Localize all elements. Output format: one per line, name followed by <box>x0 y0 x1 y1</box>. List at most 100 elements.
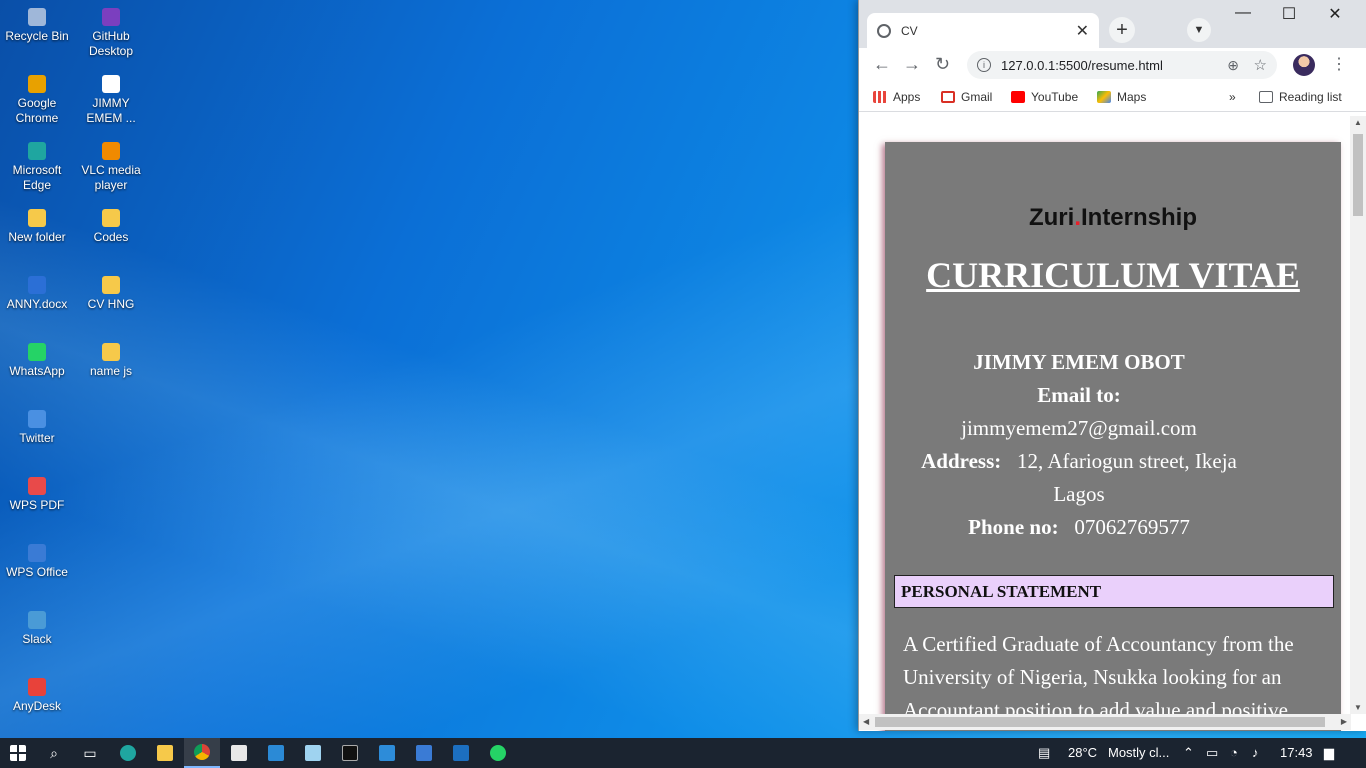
taskbar-photos[interactable] <box>443 738 479 768</box>
pdf-file-icon <box>102 75 120 93</box>
desktop-icon[interactable]: Google Chrome <box>0 75 74 126</box>
maximize-icon[interactable]: ☐ <box>1266 4 1312 24</box>
wifi-icon[interactable]: ◔ <box>1230 745 1238 760</box>
close-window-icon[interactable]: ✕ <box>1312 4 1358 24</box>
scroll-right-icon[interactable]: ▶ <box>1341 717 1347 726</box>
horizontal-scrollbar[interactable]: ◀ ▶ <box>859 714 1351 730</box>
taskbar-vscode[interactable] <box>369 738 405 768</box>
scroll-left-icon[interactable]: ◀ <box>863 717 869 726</box>
globe-icon <box>877 23 891 38</box>
apps-grid-icon <box>873 91 887 103</box>
reading-list[interactable]: Reading list <box>1259 90 1342 104</box>
edge-icon <box>28 142 46 160</box>
chevron-up-icon[interactable]: ⌃ <box>1183 745 1194 761</box>
email-value: jimmyemem27@gmail.com <box>961 416 1197 440</box>
scrollbar-thumb[interactable] <box>1353 134 1363 216</box>
bookmark-apps[interactable]: Apps <box>873 90 920 104</box>
section-heading-personal-statement: PERSONAL STATEMENT <box>894 575 1334 608</box>
new-tab-button[interactable]: + <box>1109 17 1135 43</box>
bookmark-youtube[interactable]: YouTube <box>1011 90 1078 104</box>
desktop-icon[interactable]: JIMMY EMEM ... <box>74 75 148 126</box>
vertical-scrollbar[interactable]: ▲ ▼ <box>1350 116 1366 714</box>
volume-icon[interactable]: ♪ <box>1252 745 1259 760</box>
desktop-icon[interactable]: Twitter <box>0 410 74 446</box>
twitter-icon <box>28 410 46 428</box>
close-tab-icon[interactable]: ✕ <box>1076 21 1089 41</box>
weather-desc[interactable]: Mostly cl... <box>1108 745 1169 760</box>
desktop-icon-label: Recycle Bin <box>5 29 69 43</box>
taskbar-terminal[interactable] <box>332 738 368 768</box>
menu-dots-icon[interactable]: ⋮ <box>1331 54 1347 74</box>
notepad-icon <box>305 745 321 761</box>
folder-icon <box>102 343 120 361</box>
taskbar-whatsapp[interactable] <box>480 738 516 768</box>
desktop-icon[interactable]: WhatsApp <box>0 343 74 379</box>
word-document-icon <box>28 276 46 294</box>
bookmark-gmail[interactable]: Gmail <box>941 90 992 104</box>
desktop-icon[interactable]: Recycle Bin <box>0 8 74 44</box>
task-view-icon[interactable]: ▭ <box>72 738 108 768</box>
desktop-icon-label: ANNY.docx <box>6 297 68 311</box>
logo-text: Zuri <box>1028 204 1075 231</box>
taskbar-mail[interactable] <box>258 738 294 768</box>
desktop-icon-label: VLC media player <box>81 163 141 192</box>
taskbar-file-explorer[interactable] <box>147 738 183 768</box>
zoom-icon[interactable]: ⊕ <box>1227 57 1239 74</box>
desktop-icon-label: JIMMY EMEM ... <box>86 96 136 125</box>
clock[interactable]: 17:43 <box>1280 745 1313 760</box>
scroll-down-icon[interactable]: ▼ <box>1354 703 1362 712</box>
taskbar-edge[interactable] <box>110 738 146 768</box>
tab-search-icon[interactable]: ▼ <box>1187 18 1211 42</box>
search-icon[interactable]: ⌕ <box>36 738 72 768</box>
desktop-icon[interactable]: AnyDesk <box>0 678 74 714</box>
address-bar[interactable]: i 127.0.0.1:5500/resume.html ⊕ ☆ <box>967 51 1277 79</box>
taskbar-wps[interactable] <box>406 738 442 768</box>
desktop-icon[interactable]: VLC media player <box>74 142 148 193</box>
chrome-icon <box>194 744 210 760</box>
scroll-up-icon[interactable]: ▲ <box>1354 118 1362 127</box>
desktop-icon-label: Google Chrome <box>15 96 59 125</box>
desktop-icon[interactable]: CV HNG <box>74 276 148 312</box>
profile-avatar[interactable] <box>1293 54 1315 76</box>
tab-title: CV <box>901 23 918 38</box>
bookmarks-bar: Apps Gmail YouTube Maps » Reading list <box>859 82 1366 112</box>
desktop-icon[interactable]: ANNY.docx <box>0 276 74 312</box>
desktop-icon[interactable]: name js <box>74 343 148 379</box>
folder-icon <box>157 745 173 761</box>
news-icon[interactable]: ▤ <box>1038 745 1050 761</box>
taskbar-chrome[interactable] <box>184 738 220 768</box>
scrollbar-thumb[interactable] <box>875 717 1325 727</box>
terminal-icon <box>342 745 358 761</box>
desktop-icon[interactable]: Slack <box>0 611 74 647</box>
reload-icon[interactable]: ↻ <box>935 54 950 75</box>
desktop-icon[interactable]: WPS Office <box>0 544 74 580</box>
desktop-icon[interactable]: Microsoft Edge <box>0 142 74 193</box>
forward-icon[interactable]: → <box>903 54 921 75</box>
taskbar-notepad[interactable] <box>295 738 331 768</box>
notifications-icon[interactable]: ▆ <box>1324 745 1334 761</box>
zuri-logo: Zuri.Internship <box>885 204 1341 232</box>
desktop-icon[interactable]: New folder <box>0 209 74 245</box>
battery-icon[interactable]: ▭ <box>1206 745 1218 761</box>
address-city: Lagos <box>1053 482 1105 506</box>
address-line: Address: 12, Afariogun street, Ikeja <box>921 449 1237 473</box>
bookmark-maps[interactable]: Maps <box>1097 90 1146 104</box>
page-viewport[interactable]: Zuri.Internship CURRICULUM VITAE JIMMY E… <box>859 116 1366 731</box>
desktop-icon-label: Microsoft Edge <box>12 163 62 192</box>
desktop-icon[interactable]: Codes <box>74 209 148 245</box>
wps-pdf-icon <box>28 477 46 495</box>
folder-icon <box>102 209 120 227</box>
weather-temp[interactable]: 28°C <box>1068 745 1097 760</box>
desktop-icon[interactable]: WPS PDF <box>0 477 74 513</box>
photos-icon <box>453 745 469 761</box>
back-icon[interactable]: ← <box>873 54 891 75</box>
vscode-icon <box>379 745 395 761</box>
start-button[interactable] <box>0 738 36 768</box>
minimize-icon[interactable]: — <box>1220 4 1266 22</box>
desktop-icon[interactable]: GitHub Desktop <box>74 8 148 59</box>
taskbar-store[interactable] <box>221 738 257 768</box>
tab-cv[interactable]: CV ✕ <box>867 13 1099 48</box>
info-icon[interactable]: i <box>977 58 991 72</box>
bookmarks-overflow[interactable]: » <box>1229 90 1236 104</box>
bookmark-star-icon[interactable]: ☆ <box>1254 56 1267 74</box>
